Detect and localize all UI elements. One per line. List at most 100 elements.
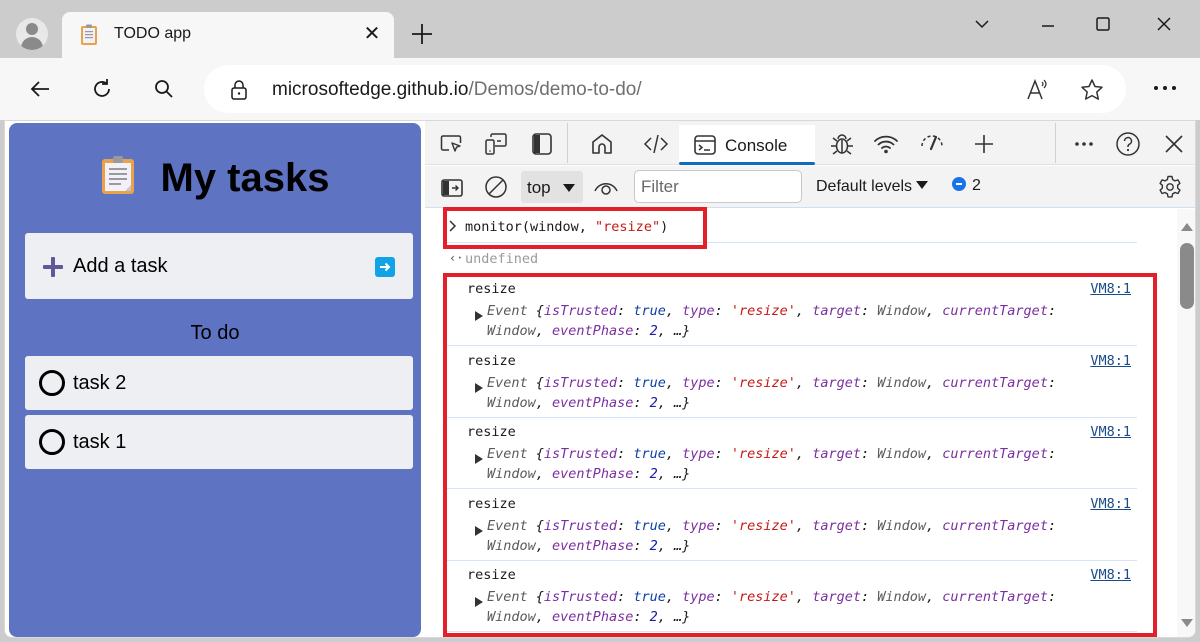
scroll-down-icon[interactable] <box>1181 619 1193 627</box>
return-arrow-icon: ‹· <box>449 251 464 265</box>
expand-triangle-icon[interactable] <box>475 311 483 321</box>
tab-console-label: Console <box>725 136 788 155</box>
devtools-tab-bar: Console <box>425 121 1195 165</box>
favorite-star-icon[interactable] <box>1079 77 1105 103</box>
devtools-panel: Console top Filter Default levels 2 moni… <box>425 121 1195 637</box>
event-object-preview[interactable]: Event {isTrusted: true, type: 'resize', … <box>487 516 1137 556</box>
console-result: ‹· undefined <box>445 245 1137 273</box>
close-devtools-icon[interactable] <box>1161 131 1187 157</box>
profile-icon[interactable] <box>16 18 48 50</box>
console-log-entry: resize VM8:1 Event {isTrusted: true, type:… <box>445 490 1137 561</box>
browser-tab[interactable]: TODO app ✕ <box>62 12 394 58</box>
window-close-icon[interactable] <box>1144 10 1184 38</box>
filter-input[interactable] <box>634 170 802 203</box>
task-label: task 1 <box>73 431 127 453</box>
task-checkbox[interactable] <box>39 429 65 455</box>
refresh-icon[interactable] <box>86 73 118 105</box>
more-icon[interactable] <box>1150 78 1180 98</box>
clipboard-icon <box>101 156 134 194</box>
log-message: resize <box>467 424 516 440</box>
log-message: resize <box>467 567 516 583</box>
code-icon[interactable] <box>643 131 669 157</box>
expand-triangle-icon[interactable] <box>475 454 483 464</box>
clipboard-icon <box>81 24 97 45</box>
log-message: resize <box>467 352 516 369</box>
clear-console-icon[interactable] <box>483 174 509 200</box>
divider <box>1055 123 1056 163</box>
task-checkbox[interactable] <box>39 370 65 396</box>
source-link[interactable]: VM8:1 <box>1090 496 1131 512</box>
close-icon[interactable]: ✕ <box>360 22 384 46</box>
search-icon[interactable] <box>148 73 180 105</box>
browser-window: TODO app ✕ microsoftedge.github.io/Demos… <box>0 0 1200 642</box>
tab-title: TODO app <box>114 25 192 42</box>
expand-triangle-icon[interactable] <box>475 525 483 536</box>
plus-icon[interactable] <box>408 20 436 48</box>
log-levels-dropdown[interactable]: Default levels <box>816 178 929 196</box>
plus-icon[interactable] <box>971 131 997 157</box>
console-log-entry: resize VM8:1 Event {isTrusted: true, type:… <box>445 275 1137 346</box>
todo-app: My tasks Add a task To do task 2 task 1 <box>9 123 421 637</box>
dock-side-icon[interactable] <box>529 131 555 157</box>
event-object-preview[interactable]: Event {isTrusted: true, type: 'resize', … <box>487 373 1137 413</box>
minimize-icon[interactable] <box>1028 10 1068 38</box>
event-object-preview[interactable]: Event {isTrusted: true, type: 'resize', … <box>487 301 1137 341</box>
page-title: My tasks <box>9 155 421 201</box>
active-tab-indicator <box>679 162 815 165</box>
help-icon[interactable] <box>1115 131 1141 157</box>
url-text: microsoftedge.github.io/Demos/demo-to-do… <box>272 79 642 100</box>
live-expression-eye-icon[interactable] <box>593 175 619 201</box>
home-icon[interactable] <box>589 131 615 157</box>
wifi-icon[interactable] <box>873 131 899 157</box>
add-task-placeholder: Add a task <box>73 255 168 277</box>
caret-down-icon <box>563 184 575 192</box>
sidebar-toggle-icon[interactable] <box>439 175 465 201</box>
address-bar[interactable]: microsoftedge.github.io/Demos/demo-to-do… <box>204 65 1126 113</box>
submit-arrow-icon[interactable] <box>375 257 395 277</box>
console-log-entry: resize VM8:1 Event {isTrusted: true, type:… <box>445 347 1137 418</box>
source-link[interactable]: VM8:1 <box>1090 281 1131 297</box>
context-value: top <box>527 178 551 197</box>
add-task-input[interactable]: Add a task <box>25 233 413 299</box>
expand-triangle-icon[interactable] <box>475 382 483 393</box>
more-icon[interactable] <box>1071 131 1097 157</box>
command-text: monitor(window, "resize") <box>465 219 669 235</box>
device-emulation-icon[interactable] <box>483 131 509 157</box>
source-link[interactable]: VM8:1 <box>1090 353 1131 369</box>
page-viewport: My tasks Add a task To do task 2 task 1 <box>4 120 1196 638</box>
chevron-down-icon[interactable] <box>962 10 1002 38</box>
message-count-badge[interactable]: 2 <box>952 177 981 195</box>
context-selector[interactable]: top <box>521 171 583 203</box>
section-title-todo: To do <box>190 322 240 344</box>
console-output: monitor(window, "resize") ‹· undefined r… <box>425 209 1177 637</box>
console-icon <box>694 135 716 155</box>
source-link[interactable]: VM8:1 <box>1090 424 1131 440</box>
scrollbar-thumb[interactable] <box>1180 243 1194 309</box>
message-bubble-icon <box>952 177 966 191</box>
event-object-preview[interactable]: Event {isTrusted: true, type: 'resize', … <box>487 587 1137 627</box>
bug-icon[interactable] <box>829 131 855 157</box>
expand-triangle-icon[interactable] <box>475 597 483 607</box>
task-item[interactable]: task 2 <box>25 356 413 410</box>
tab-console[interactable]: Console <box>679 125 815 165</box>
gear-icon[interactable] <box>1157 174 1183 200</box>
divider <box>567 123 568 163</box>
browser-toolbar: microsoftedge.github.io/Demos/demo-to-do… <box>0 58 1200 120</box>
task-item[interactable]: task 1 <box>25 415 413 469</box>
read-aloud-icon[interactable] <box>1024 77 1050 103</box>
task-label: task 2 <box>73 372 127 394</box>
lock-icon[interactable] <box>230 79 248 101</box>
gauge-icon[interactable] <box>919 131 945 157</box>
back-icon[interactable] <box>24 73 56 105</box>
scroll-up-icon[interactable] <box>1181 223 1193 231</box>
result-value: undefined <box>465 251 539 267</box>
event-object-preview[interactable]: Event {isTrusted: true, type: 'resize', … <box>487 444 1137 484</box>
maximize-icon[interactable] <box>1083 10 1123 38</box>
console-toolbar: top Default levels 2 <box>425 166 1195 208</box>
inspect-icon[interactable] <box>439 131 465 157</box>
log-message: resize <box>467 495 516 512</box>
source-link[interactable]: VM8:1 <box>1090 567 1131 583</box>
prompt-chevron-icon <box>449 220 457 232</box>
console-scrollbar[interactable] <box>1177 209 1195 637</box>
log-message: resize <box>467 281 516 297</box>
